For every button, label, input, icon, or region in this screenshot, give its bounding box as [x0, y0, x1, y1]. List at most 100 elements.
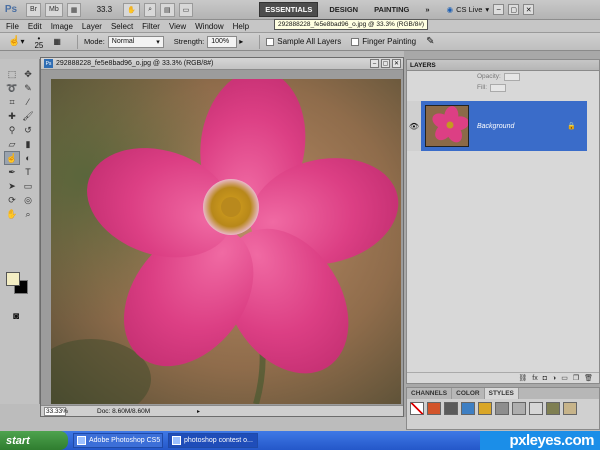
shape-tool-icon[interactable]: ▭ [20, 179, 36, 193]
maximize-button[interactable]: ▢ [508, 4, 520, 15]
quick-selection-tool-icon[interactable]: ✎ [20, 81, 36, 95]
crop-tool-icon[interactable]: ⌗ [4, 95, 20, 109]
strength-slider-toggle[interactable]: ▸ [239, 37, 243, 46]
workspace-design[interactable]: DESIGN [324, 2, 363, 17]
brush-tool-icon[interactable]: 🖌 [20, 109, 36, 123]
style-swatch[interactable] [546, 402, 560, 415]
smudge-tool-icon[interactable]: ☝ [4, 151, 20, 165]
style-swatch[interactable] [512, 402, 526, 415]
zoom-tool-icon[interactable]: ⌕ [20, 207, 36, 221]
menu-help[interactable]: Help [233, 22, 249, 31]
menu-filter[interactable]: Filter [142, 22, 160, 31]
sample-all-layers-option[interactable]: Sample All Layers [266, 37, 341, 46]
trash-icon[interactable]: 🗑 [584, 374, 593, 382]
marquee-tool-icon[interactable]: ⬚ [4, 67, 20, 81]
adjustment-layer-icon[interactable]: ◑ [552, 375, 556, 382]
brush-picker[interactable]: • 25 [34, 34, 43, 49]
eye-icon[interactable]: 👁 [407, 101, 421, 151]
lasso-tool-icon[interactable]: ➰ [4, 81, 20, 95]
eyedropper-tool-icon[interactable]: ⁄ [20, 95, 36, 109]
quick-mask-icon[interactable]: ◙ [13, 311, 19, 322]
finger-painting-checkbox[interactable] [351, 37, 360, 46]
minimize-button[interactable]: – [493, 4, 505, 15]
style-swatch[interactable] [495, 402, 509, 415]
style-swatch[interactable] [410, 402, 424, 415]
brush-panel-toggle[interactable]: ▦ [53, 37, 61, 46]
styles-panel: CHANNELS COLOR STYLES [406, 387, 600, 430]
layer-name[interactable]: Background [477, 123, 567, 130]
menu-window[interactable]: Window [195, 22, 223, 31]
layer-style-icon[interactable]: fx [532, 375, 537, 382]
layer-mask-icon[interactable]: ◘ [543, 375, 547, 382]
opacity-row: Opacity: [407, 71, 599, 82]
menu-select[interactable]: Select [111, 22, 133, 31]
minibridge-button[interactable]: Mb [45, 2, 63, 17]
pen-tool-icon[interactable]: ✒ [4, 165, 20, 179]
gradient-tool-icon[interactable]: ▮ [20, 137, 36, 151]
new-layer-icon[interactable]: ❐ [573, 374, 579, 382]
new-group-icon[interactable]: ▭ [561, 374, 568, 382]
start-button[interactable]: start [0, 431, 68, 450]
document-maximize-button[interactable]: ▢ [381, 59, 390, 68]
sample-all-layers-checkbox[interactable] [266, 37, 275, 46]
menu-edit[interactable]: Edit [28, 22, 42, 31]
zoom-tool-button[interactable]: ⌕ [144, 2, 156, 17]
tab-color[interactable]: COLOR [452, 388, 485, 399]
status-zoom-field[interactable]: 33.33% [44, 406, 68, 416]
taskbar-item-photoshop[interactable]: Adobe Photoshop CS5 [73, 433, 163, 448]
fill-field[interactable] [490, 83, 507, 92]
finger-painting-option[interactable]: Finger Painting [351, 37, 416, 46]
layer-thumbnail-image [426, 106, 468, 146]
view-extras-button[interactable]: ▦ [66, 2, 82, 17]
image-canvas[interactable] [51, 79, 401, 404]
link-layers-icon[interactable]: ⛓ [518, 374, 527, 382]
hand-tool-button[interactable]: ✋ [123, 2, 141, 17]
history-brush-tool-icon[interactable]: ↺ [20, 123, 36, 137]
style-swatch[interactable] [563, 402, 577, 415]
hand-tool-icon[interactable]: ✋ [4, 207, 20, 221]
tab-styles[interactable]: STYLES [484, 388, 519, 399]
3d-orbit-tool-icon[interactable]: ◎ [20, 193, 36, 207]
path-selection-tool-icon[interactable]: ➤ [4, 179, 20, 193]
zoom-level[interactable]: 33.3 [89, 5, 119, 14]
menu-file[interactable]: File [6, 22, 19, 31]
foreground-color-swatch[interactable] [6, 272, 20, 286]
healing-brush-tool-icon[interactable]: ✚ [4, 109, 20, 123]
tool-preset-picker[interactable]: ☝ ▾ [8, 36, 24, 47]
layers-panel-tab[interactable]: LAYERS [407, 60, 599, 71]
3d-rotate-tool-icon[interactable]: ⟳ [4, 193, 20, 207]
mode-select[interactable]: Normal ▾ [107, 35, 164, 48]
clone-stamp-tool-icon[interactable]: ⚲ [4, 123, 20, 137]
status-document-size: Doc: 8.60M/8.60M [97, 407, 151, 415]
workspace-painting[interactable]: PAINTING [369, 2, 414, 17]
workspace-essentials[interactable]: ESSENTIALS [259, 2, 319, 17]
menu-layer[interactable]: Layer [82, 22, 102, 31]
more-workspaces-button[interactable]: » [420, 2, 434, 17]
screen-mode-button[interactable]: ▭ [178, 2, 194, 17]
menu-view[interactable]: View [169, 22, 186, 31]
bridge-button[interactable]: Br [26, 2, 41, 17]
opacity-field[interactable] [503, 72, 520, 81]
strength-input[interactable]: 100% [207, 35, 238, 48]
style-swatch[interactable] [444, 402, 458, 415]
taskbar-item-browser[interactable]: photoshop contest o... [168, 433, 258, 448]
document-minimize-button[interactable]: – [370, 59, 379, 68]
style-swatch[interactable] [427, 402, 441, 415]
cs-live-menu[interactable]: ◉ CS Live ▾ [447, 5, 490, 14]
document-tab[interactable]: Ps 292888228_fe5e8bad96_o.jpg @ 33.3% (R… [41, 58, 403, 70]
document-close-button[interactable]: ✕ [392, 59, 401, 68]
arrange-documents-button[interactable]: ▤ [160, 2, 175, 17]
eraser-tool-icon[interactable]: ▱ [4, 137, 20, 151]
tab-channels[interactable]: CHANNELS [407, 388, 453, 399]
tablet-pressure-icon[interactable]: ✎ [426, 36, 434, 47]
type-tool-icon[interactable]: T [20, 165, 36, 179]
menu-image[interactable]: Image [51, 22, 73, 31]
move-tool-icon[interactable]: ✥ [20, 67, 36, 81]
style-swatch[interactable] [478, 402, 492, 415]
style-swatch[interactable] [461, 402, 475, 415]
layer-row-background[interactable]: 👁 Background 🔒 [407, 101, 587, 151]
style-swatch[interactable] [529, 402, 543, 415]
dodge-tool-icon[interactable]: ◐ [20, 151, 36, 165]
close-button[interactable]: ✕ [523, 4, 535, 15]
status-menu-arrow-icon[interactable]: ▸ [197, 408, 200, 415]
